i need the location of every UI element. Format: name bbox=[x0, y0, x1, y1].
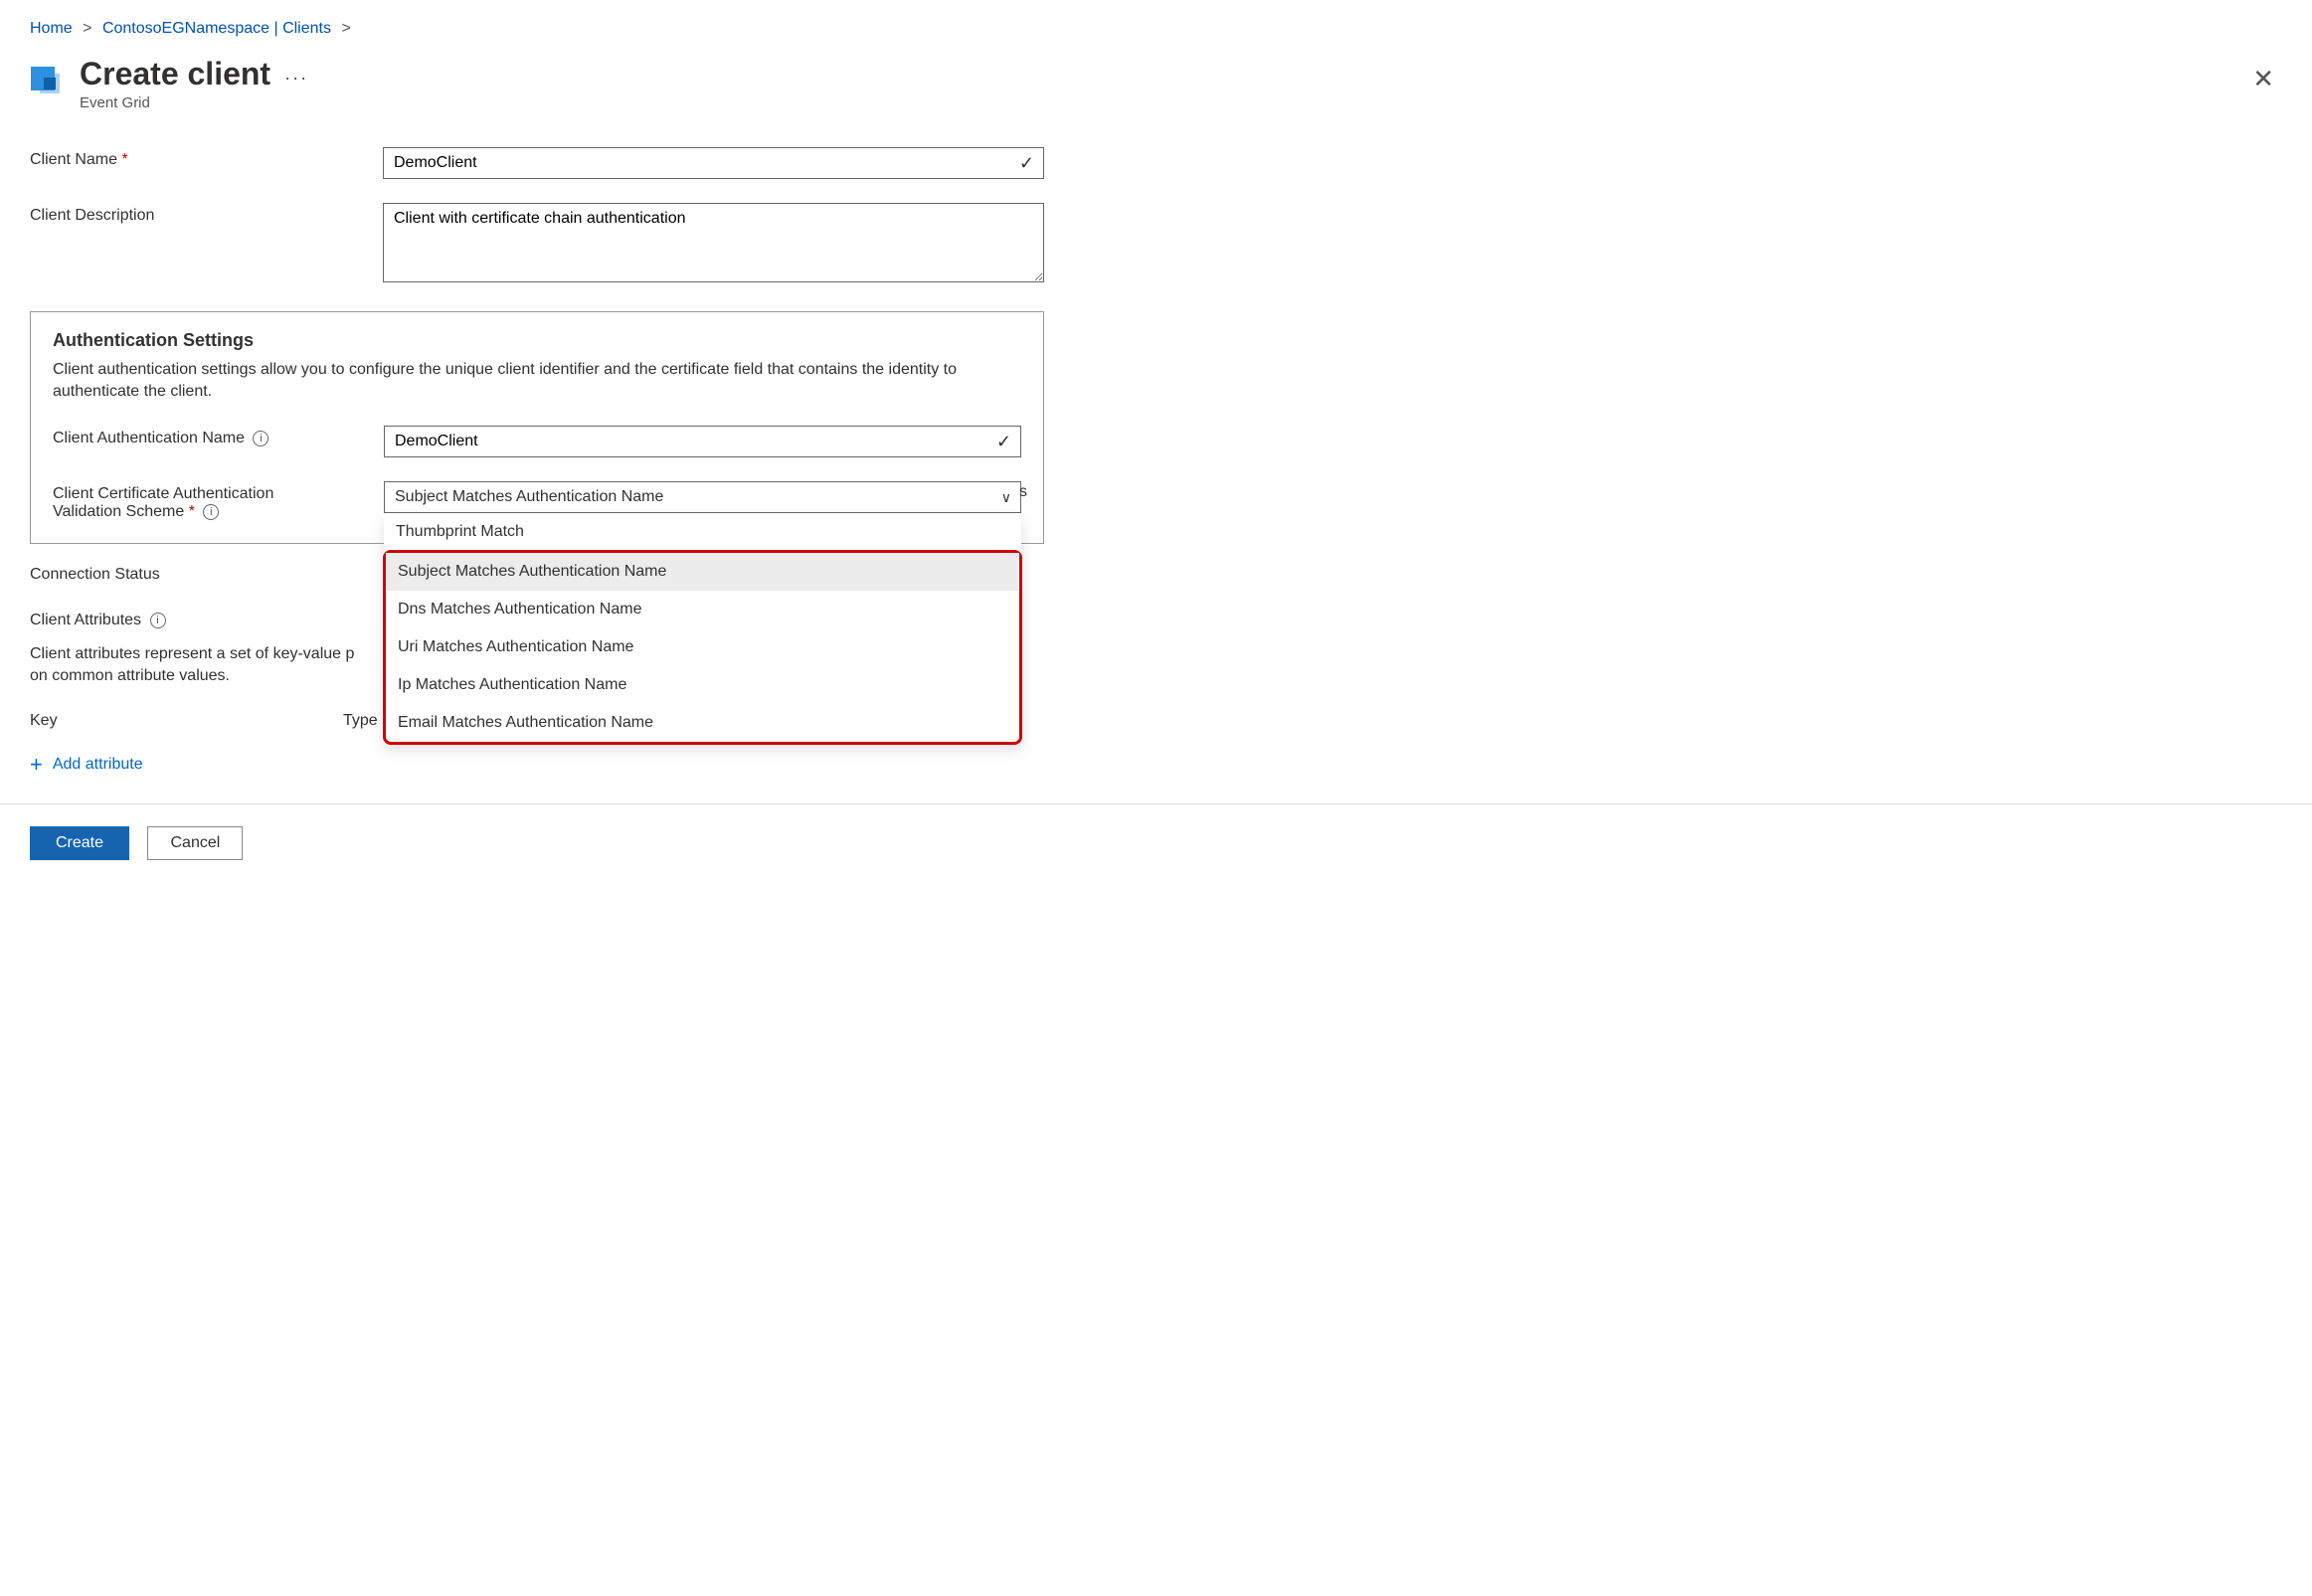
client-description-input[interactable]: Client with certificate chain authentica… bbox=[383, 203, 1044, 282]
scheme-option-uri[interactable]: Uri Matches Authentication Name bbox=[386, 628, 1019, 666]
scheme-option-subject[interactable]: Subject Matches Authentication Name bbox=[386, 553, 1019, 591]
client-auth-name-input[interactable] bbox=[384, 426, 1021, 457]
truncated-text: s bbox=[1019, 483, 1027, 501]
auth-settings-description: Client authentication settings allow you… bbox=[53, 359, 1021, 404]
chevron-right-icon: > bbox=[83, 20, 91, 37]
auth-name-label: Client Authentication Name i bbox=[53, 426, 384, 447]
breadcrumb-home[interactable]: Home bbox=[30, 20, 73, 37]
page-header: Create client Event Grid ··· ✕ bbox=[30, 56, 2282, 111]
client-name-input[interactable] bbox=[383, 147, 1044, 179]
resource-icon bbox=[30, 62, 66, 97]
plus-icon: + bbox=[30, 752, 43, 778]
client-description-label: Client Description bbox=[30, 203, 383, 225]
page-subtitle: Event Grid bbox=[80, 94, 270, 111]
validation-scheme-select[interactable]: Subject Matches Authentication Name bbox=[384, 481, 1021, 513]
scheme-option-thumbprint[interactable]: Thumbprint Match bbox=[384, 513, 1021, 551]
checkmark-icon: ✓ bbox=[1019, 153, 1034, 174]
client-name-label: Client Name * bbox=[30, 147, 383, 169]
info-icon[interactable]: i bbox=[203, 504, 219, 520]
add-attribute-button[interactable]: + Add attribute bbox=[30, 752, 143, 778]
cancel-button[interactable]: Cancel bbox=[147, 826, 243, 860]
info-icon[interactable]: i bbox=[150, 613, 166, 628]
close-icon[interactable]: ✕ bbox=[2252, 56, 2282, 94]
more-menu-icon[interactable]: ··· bbox=[284, 56, 308, 89]
create-button[interactable]: Create bbox=[30, 826, 129, 860]
checkmark-icon: ✓ bbox=[996, 432, 1011, 452]
highlight-box: Subject Matches Authentication Name Dns … bbox=[383, 550, 1022, 745]
validation-scheme-label: Client Certificate Authentication Valida… bbox=[53, 481, 384, 521]
auth-settings-title: Authentication Settings bbox=[53, 330, 1021, 351]
validation-scheme-dropdown: Thumbprint Match Subject Matches Authent… bbox=[384, 513, 1021, 744]
scheme-option-email[interactable]: Email Matches Authentication Name bbox=[386, 704, 1019, 742]
info-icon[interactable]: i bbox=[253, 431, 268, 446]
authentication-settings-section: Authentication Settings Client authentic… bbox=[30, 311, 1044, 544]
scheme-option-dns[interactable]: Dns Matches Authentication Name bbox=[386, 591, 1019, 628]
scheme-option-ip[interactable]: Ip Matches Authentication Name bbox=[386, 666, 1019, 704]
chevron-right-icon: > bbox=[341, 20, 350, 37]
breadcrumb: Home > ContosoEGNamespace | Clients > bbox=[30, 20, 2282, 38]
required-indicator: * bbox=[121, 151, 127, 168]
footer: Create Cancel bbox=[0, 803, 2312, 860]
breadcrumb-namespace[interactable]: ContosoEGNamespace | Clients bbox=[102, 20, 331, 37]
chevron-down-icon: ∨ bbox=[1001, 489, 1011, 506]
page-title: Create client bbox=[80, 56, 270, 92]
key-column-header: Key bbox=[30, 712, 343, 730]
